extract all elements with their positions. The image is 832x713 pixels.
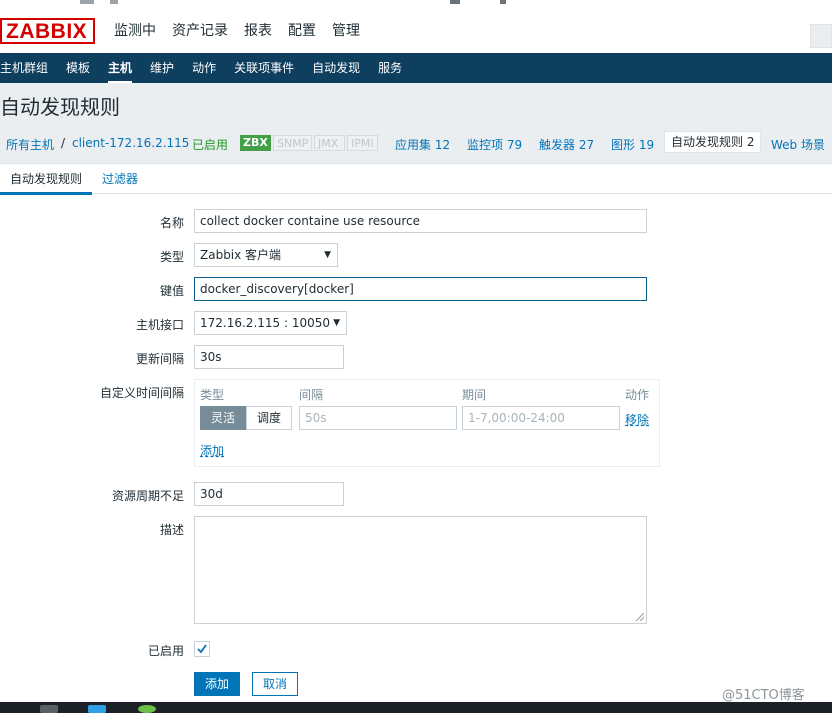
link-triggers[interactable]: 触发器 27	[539, 136, 594, 153]
enabled-checkbox[interactable]	[194, 641, 210, 657]
top-menu-inventory[interactable]: 资产记录	[164, 20, 236, 42]
breadcrumb-all-hosts[interactable]: 所有主机	[6, 136, 54, 153]
sub-menu-host-groups[interactable]: 主机群组	[0, 53, 57, 83]
zbx-tag: ZBX	[240, 135, 271, 151]
type-select[interactable]: Zabbix 客户端 ▼	[194, 243, 338, 267]
link-applications[interactable]: 应用集 12	[395, 136, 450, 153]
strip-mark	[450, 0, 460, 4]
add-button[interactable]: 添加	[194, 672, 241, 696]
taskbar-app-icon[interactable]	[88, 705, 106, 713]
breadcrumb-separator: /	[61, 136, 66, 150]
interface-label: 主机接口	[135, 318, 184, 332]
sub-menu-discovery[interactable]: 自动发现	[312, 53, 369, 83]
custom-interval-input[interactable]: 50s	[299, 406, 457, 430]
custom-intervals-label: 自定义时间间隔	[99, 386, 184, 400]
snmp-tag: SNMP	[273, 135, 312, 151]
strip-mark	[80, 0, 94, 4]
jmx-tag: JMX	[314, 135, 345, 151]
custom-interval-placeholder: 50s	[305, 411, 327, 425]
top-menu-administration[interactable]: 管理	[324, 20, 368, 42]
sub-menu-actions[interactable]: 动作	[192, 53, 225, 83]
sub-menu-maintenance[interactable]: 维护	[150, 53, 183, 83]
resize-grip-icon[interactable]	[636, 613, 644, 621]
interval-label: 更新间隔	[135, 352, 184, 366]
tab-discovery-rule[interactable]: 自动发现规则	[0, 170, 93, 195]
sub-menu-hosts[interactable]: 主机	[108, 53, 141, 84]
zabbix-logo[interactable]: ZABBIX	[0, 18, 95, 44]
top-menu-reports[interactable]: 报表	[236, 20, 280, 42]
top-menu: 监测中 资产记录 报表 配置 管理	[106, 20, 368, 42]
chevron-down-icon: ▼	[324, 250, 331, 260]
cancel-button[interactable]: 取消	[252, 672, 299, 696]
type-select-value: Zabbix 客户端	[200, 248, 282, 262]
taskbar-app-icon[interactable]	[138, 705, 156, 713]
add-interval-link[interactable]: 添加	[200, 442, 224, 459]
watermark: @51CTO博客	[722, 688, 805, 703]
link-web-scenarios[interactable]: Web 场景	[771, 136, 825, 153]
name-label: 名称	[159, 216, 184, 230]
ipmi-tag: IPMI	[347, 135, 378, 151]
sub-menu-services[interactable]: 服务	[378, 53, 411, 83]
form-tabs: 自动发现规则 过滤器	[0, 163, 832, 195]
strip-mark	[110, 0, 118, 4]
link-items[interactable]: 监控项 79	[467, 136, 522, 153]
custom-intervals-table: 类型 间隔 期间 动作 灵活 调度 50s 1-7,00:00-24:00 移除…	[194, 379, 660, 467]
interface-select-value: 172.16.2.115 : 10050	[200, 316, 331, 330]
tab-filters[interactable]: 过滤器	[102, 170, 138, 187]
col-action-header: 动作	[625, 388, 650, 402]
title-bar: 自动发现规则	[0, 83, 832, 125]
interval-field[interactable]: 30s	[194, 345, 344, 369]
description-textarea[interactable]	[194, 516, 647, 624]
sub-menu-templates[interactable]: 模板	[66, 53, 99, 83]
breadcrumb: 所有主机 / client-172.16.2.115 已启用 ZBX SNMP …	[0, 125, 832, 164]
lifetime-label: 资源周期不足	[111, 489, 184, 503]
link-discovery-rules[interactable]: 自动发现规则 2	[664, 131, 762, 153]
taskbar-app-icon[interactable]	[40, 705, 58, 713]
col-interval-header: 间隔	[299, 388, 324, 402]
key-label: 键值	[159, 284, 184, 298]
top-header: ZABBIX 监测中 资产记录 报表 配置 管理	[0, 6, 832, 53]
strip-mark	[500, 0, 506, 4]
sub-menu: 主机群组 模板 主机 维护 动作 关联项事件 自动发现 服务	[0, 53, 832, 84]
remove-interval-link[interactable]: 移除	[625, 411, 649, 428]
status-enabled[interactable]: 已启用	[192, 136, 228, 153]
check-icon	[197, 644, 207, 654]
lifetime-field[interactable]: 30d	[194, 482, 344, 506]
interface-select[interactable]: 172.16.2.115 : 10050 ▼	[194, 311, 347, 335]
sub-menu-correlation[interactable]: 关联项事件	[234, 53, 303, 83]
os-taskbar	[0, 702, 832, 713]
search-box[interactable]	[810, 24, 832, 48]
description-label: 描述	[159, 523, 184, 537]
type-label: 类型	[159, 250, 184, 264]
key-field[interactable]: docker_discovery[docker]	[194, 277, 647, 301]
col-type-header: 类型	[200, 388, 225, 402]
link-graphs[interactable]: 图形 19	[611, 136, 654, 153]
top-menu-configuration[interactable]: 配置	[280, 20, 324, 42]
name-field[interactable]: collect docker containe use resource	[194, 209, 647, 233]
page-title: 自动发现规则	[0, 95, 120, 119]
col-period-header: 期间	[462, 388, 487, 402]
enabled-label: 已启用	[147, 644, 184, 658]
breadcrumb-host[interactable]: client-172.16.2.115	[72, 136, 189, 150]
custom-period-placeholder: 1-7,00:00-24:00	[468, 411, 565, 425]
interval-type-toggle: 灵活 调度	[200, 406, 293, 430]
custom-period-input[interactable]: 1-7,00:00-24:00	[462, 406, 620, 430]
top-menu-monitoring[interactable]: 监测中	[106, 20, 164, 42]
flexible-button[interactable]: 灵活	[200, 406, 247, 430]
scheduling-button[interactable]: 调度	[246, 406, 293, 430]
chevron-down-icon: ▼	[333, 318, 340, 328]
